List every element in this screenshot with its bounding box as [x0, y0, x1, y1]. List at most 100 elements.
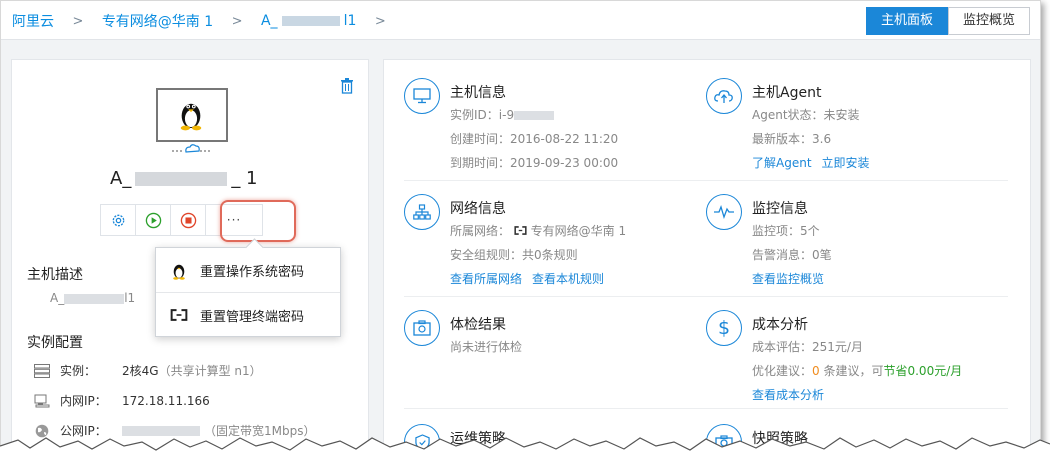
agent-status: Agent状态：未安装 [752, 108, 860, 122]
cost-title: 成本分析 [752, 317, 808, 333]
config-title: 实例配置 [27, 335, 83, 351]
monitor-items: 监控项：5个 [752, 224, 820, 238]
redacted-text [64, 293, 125, 304]
monitor-icon [404, 78, 440, 114]
monitor-block: 监控信息 监控项：5个 告警消息：0笔 查看监控概览 [706, 194, 996, 294]
instance-overview: 主机信息 实例ID：i-9 创建时间：2016-08-22 11:20 到期时间… [383, 59, 1031, 453]
private-ip-label: 内网IP： [60, 394, 107, 408]
view-rules-link[interactable]: 查看本机规则 [532, 272, 604, 286]
network-value: 专有网络@华南 1 [530, 224, 627, 238]
cost-links: 查看成本分析 [752, 386, 834, 403]
menu-item-reset-terminal-password[interactable]: 重置管理终端密码 [156, 293, 340, 337]
terminal-link-icon [170, 309, 188, 321]
network-block: 网络信息 所属网络： 专有网络@华南 1 安全组规则：共0条规则 查看所属网络查… [404, 194, 694, 294]
instance-type: （共享计算型 n1） [158, 364, 262, 378]
network-title: 网络信息 [450, 201, 506, 217]
agent-block: 主机Agent Agent状态：未安装 最新版本：3.6 了解Agent 立即安装 [706, 78, 996, 188]
agent-links: 了解Agent 立即安装 [752, 154, 880, 171]
stop-button[interactable] [170, 204, 206, 236]
security-rules: 安全组规则：共0条规则 [450, 248, 578, 262]
lan-icon [34, 394, 50, 407]
breadcrumb-region[interactable]: 专有网络@华南 1 [102, 14, 213, 30]
start-button[interactable] [135, 204, 171, 236]
instance-name: A_ _ 1 [110, 168, 258, 189]
chevron-right-icon: > [72, 13, 84, 29]
os-monitor [156, 88, 228, 142]
divider [404, 296, 1008, 297]
more-actions-menu: 重置操作系统密码 重置管理终端密码 [155, 247, 341, 337]
config-instance-row: 实例： 2核4G （共享计算型 n1） [34, 362, 262, 379]
menu-item-label: 重置管理终端密码 [200, 309, 305, 325]
breadcrumb-instance-suffix[interactable]: l1 [344, 13, 357, 29]
pulse-icon [706, 194, 742, 230]
menu-item-reset-os-password[interactable]: 重置操作系统密码 [156, 248, 340, 292]
checkup-icon [404, 310, 440, 346]
network-links: 查看所属网络 查看本机规则 [450, 270, 614, 287]
instance-name-prefix: A_ [110, 168, 132, 189]
chevron-right-icon: > [374, 13, 386, 29]
more-actions-highlight [220, 200, 296, 242]
view-toggle: 主机面板 监控概览 [865, 7, 1030, 35]
agent-version: 最新版本：3.6 [752, 132, 832, 146]
cost-block: $ 成本分析 成本评估：251元/月 优化建议：0 条建议，可节省0.00元/月… [706, 310, 1006, 403]
settings-button[interactable] [100, 204, 136, 236]
top-bar: 阿里云 > 专有网络@华南 1 > A_ l1 > 主机面板 监控概览 [1, 1, 1040, 40]
cost-estimate: 成本评估：251元/月 [752, 340, 863, 354]
trash-icon[interactable] [340, 78, 354, 94]
host-panel-button[interactable]: 主机面板 [865, 7, 948, 35]
view-cost-link[interactable]: 查看成本分析 [752, 388, 824, 402]
server-icon [34, 363, 50, 378]
cloud-link-icon [172, 144, 212, 153]
advice-count: 0 [812, 364, 820, 378]
private-ip-value: 172.18.11.166 [122, 393, 210, 408]
host-info-title: 主机信息 [450, 85, 506, 101]
divider [404, 408, 1008, 409]
dollar-icon: $ [706, 310, 742, 346]
host-info-block: 主机信息 实例ID：i-9 创建时间：2016-08-22 11:20 到期时间… [404, 78, 694, 188]
check-title: 体检结果 [450, 317, 506, 333]
agent-title: 主机Agent [752, 85, 822, 101]
redacted-text [135, 172, 228, 186]
gear-icon [112, 214, 124, 226]
view-network-link[interactable]: 查看所属网络 [450, 272, 522, 286]
app-window: 阿里云 > 专有网络@华南 1 > A_ l1 > 主机面板 监控概览 A_ _… [0, 0, 1041, 454]
monitor-links: 查看监控概览 [752, 270, 834, 287]
check-status: 尚未进行体检 [450, 340, 523, 354]
learn-agent-link[interactable]: 了解Agent [752, 156, 812, 170]
linux-penguin-icon-wrap [170, 261, 188, 280]
advice-save: 节省0.00元/月 [883, 364, 963, 378]
breadcrumb-root[interactable]: 阿里云 [12, 14, 54, 30]
linux-penguin-icon [180, 103, 202, 131]
description-suffix: l1 [124, 291, 136, 305]
instance-id-text: 实例ID：i-9 [450, 108, 515, 122]
checkup-block: 体检结果 尚未进行体检 [404, 310, 694, 400]
divider [404, 180, 1008, 181]
advice-prefix: 优化建议： [752, 364, 813, 378]
chevron-right-icon: > [231, 13, 243, 29]
description-title: 主机描述 [27, 267, 83, 283]
description-prefix: A_ [50, 291, 65, 305]
network-tree-icon [404, 194, 440, 230]
menu-item-label: 重置操作系统密码 [200, 264, 305, 280]
monitor-overview-button[interactable]: 监控概览 [947, 7, 1030, 35]
redacted-text [514, 111, 555, 120]
redacted-text [281, 16, 340, 26]
monitor-title: 监控信息 [752, 201, 808, 217]
network-row: 所属网络： 专有网络@华南 1 [450, 222, 626, 239]
torn-edge [0, 437, 1050, 464]
view-monitor-link[interactable]: 查看监控概览 [752, 272, 824, 286]
monitor-alerts: 告警消息：0笔 [752, 248, 832, 262]
instance-label: 实例： [60, 364, 97, 378]
breadcrumb-instance-prefix[interactable]: A_ [261, 13, 278, 29]
install-agent-link[interactable]: 立即安装 [822, 156, 870, 170]
expire-time: 到期时间：2019-09-23 00:00 [450, 156, 619, 170]
stop-icon [180, 212, 196, 228]
advice-mid: 条建议，可 [819, 364, 884, 378]
cloud-upload-icon [706, 78, 742, 114]
play-icon [145, 212, 161, 228]
created-time: 创建时间：2016-08-22 11:20 [450, 132, 619, 146]
network-label: 所属网络： [450, 224, 511, 238]
config-private-ip-row: 内网IP： 172.18.11.166 [34, 392, 210, 409]
breadcrumb: 阿里云 > 专有网络@华南 1 > A_ l1 > [12, 11, 400, 31]
description-value: A_ l1 [50, 291, 135, 305]
